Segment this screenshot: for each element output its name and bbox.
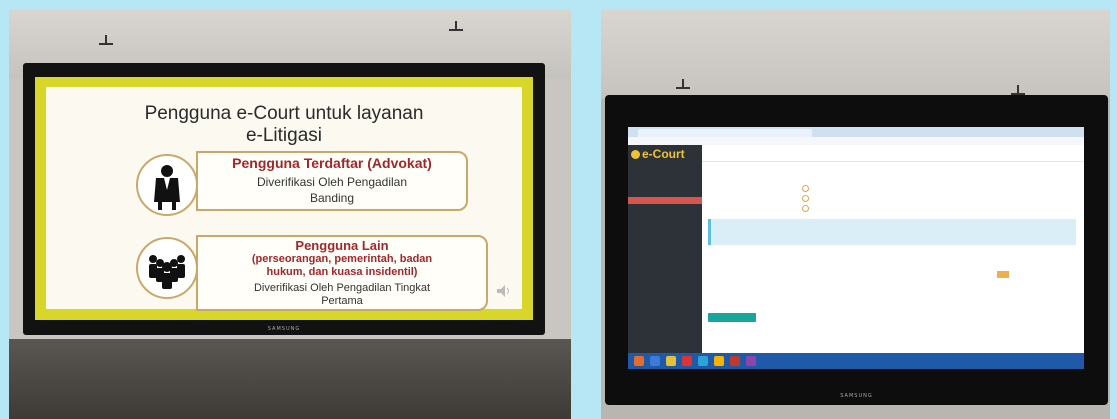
photo-left: Pengguna e-Court untuk layanan e-Litigas… <box>9 9 571 419</box>
ecourt-screen: e-Court <box>628 127 1084 369</box>
tv-brand: SAMSUNG <box>840 393 873 399</box>
box1-title: Pengguna Terdaftar (Advokat) <box>232 155 432 171</box>
sidebar-item <box>628 189 702 196</box>
radio-icon <box>802 185 809 192</box>
slide-title-line1: Pengguna e-Court untuk layanan <box>144 103 424 124</box>
start-icon <box>634 356 644 366</box>
taskbar-app-icon <box>650 356 660 366</box>
taskbar-app-icon <box>666 356 676 366</box>
registered-user-box: Pengguna Terdaftar (Advokat) Diverifikas… <box>196 151 468 211</box>
slide-border: Pengguna e-Court untuk layanan e-Litigas… <box>35 77 533 320</box>
radio-option <box>802 185 811 192</box>
logo-icon <box>631 150 640 160</box>
speaker-icon <box>496 283 514 297</box>
radio-icon <box>802 195 809 202</box>
sidebar: e-Court <box>628 145 702 353</box>
taskbar-app-icon <box>682 356 692 366</box>
wall-bottom <box>9 339 571 419</box>
slide-title-line2: e-Litigasi <box>245 125 323 146</box>
taskbar-app-icon <box>730 356 740 366</box>
group-icon <box>136 237 198 299</box>
browser-tab-bar <box>628 127 1084 137</box>
tv-brand: SAMSUNG <box>267 326 301 332</box>
advocate-icon <box>136 154 198 216</box>
taskbar-app-icon <box>714 356 724 366</box>
box2-line2: Pertama <box>321 295 363 307</box>
box1-line1: Diverifikasi Oleh Pengadilan <box>256 175 408 189</box>
box2-sub2: hukum, dan kuasa insidentil) <box>266 266 418 278</box>
tv-left: Pengguna e-Court untuk layanan e-Litigas… <box>23 63 545 335</box>
browser-tab <box>756 129 812 137</box>
logo-text: e-Court <box>642 147 685 161</box>
box2-title: Pengguna Lain <box>295 238 389 253</box>
photo-right: e-Court SAMSUNG <box>601 9 1110 419</box>
radio-option <box>802 195 811 202</box>
wall-mark <box>676 79 690 89</box>
document-button <box>997 271 1009 278</box>
tv-right: e-Court SAMSUNG <box>605 95 1108 405</box>
topbar <box>702 145 1084 162</box>
box2-sub1: (perseorangan, pemerintah, badan <box>251 253 433 265</box>
sidebar-item <box>628 227 702 234</box>
box2-line1: Diverifikasi Oleh Pengadilan Tingkat <box>253 282 431 294</box>
main-content <box>702 145 1084 353</box>
info-notice <box>708 219 1076 245</box>
ecourt-logo: e-Court <box>631 147 685 161</box>
browser-tab <box>638 129 704 137</box>
taskbar-app-icon <box>698 356 708 366</box>
wall <box>601 9 1110 99</box>
radio-option <box>802 205 811 212</box>
box1-line2: Banding <box>309 191 355 205</box>
taskbar <box>628 353 1084 369</box>
save-button <box>708 313 756 322</box>
other-user-box: Pengguna Lain (perseorangan, pemerintah,… <box>196 235 488 311</box>
sidebar-item <box>628 207 702 214</box>
wall-mark <box>449 21 463 31</box>
sidebar-item <box>628 217 702 224</box>
presentation-slide: Pengguna e-Court untuk layanan e-Litigas… <box>46 87 522 311</box>
radio-icon <box>802 205 809 212</box>
wall-mark <box>99 35 113 45</box>
sidebar-item-active <box>628 197 702 204</box>
browser-tab <box>702 129 758 137</box>
taskbar-app-icon <box>746 356 756 366</box>
slide-title: Pengguna e-Court untuk layanan e-Litigas… <box>46 103 522 147</box>
